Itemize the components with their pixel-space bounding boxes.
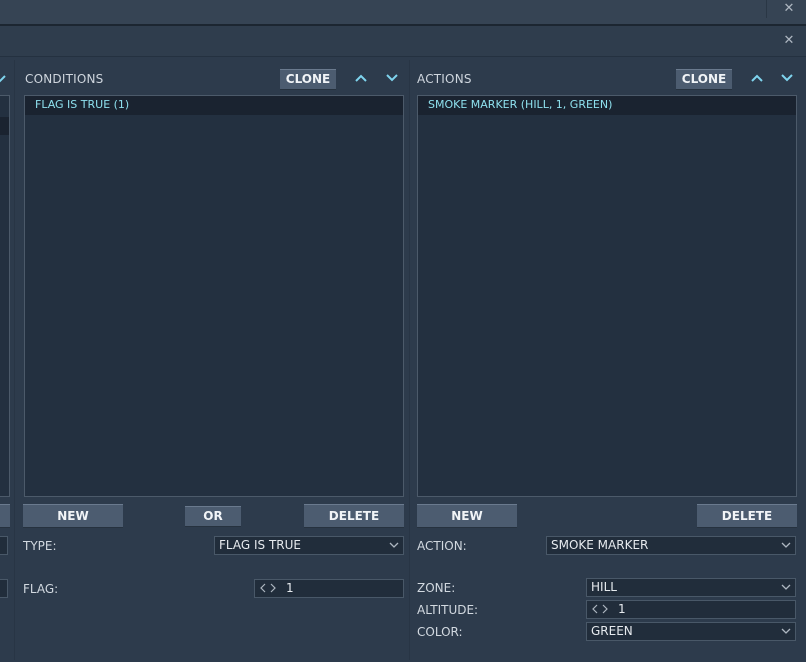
condition-type-value: FLAG IS TRUE	[219, 538, 301, 552]
color-value: GREEN	[591, 624, 633, 638]
zone-label: ZONE:	[417, 581, 456, 595]
chevron-down-icon	[781, 584, 791, 590]
delete-condition-button[interactable]: DELETE	[304, 504, 404, 528]
title-bar-separator	[766, 0, 767, 18]
close-icon[interactable]: ✕	[782, 34, 796, 48]
altitude-value: 1	[618, 602, 626, 616]
close-icon[interactable]: ✕	[782, 2, 796, 16]
altitude-number-input[interactable]: 1	[586, 600, 796, 619]
list-item[interactable]: SMOKE MARKER (HILL, 1, GREEN)	[418, 96, 796, 115]
conditions-list[interactable]: FLAG IS TRUE (1)	[24, 95, 404, 497]
flag-number-input[interactable]: 1	[254, 579, 404, 598]
action-type-value: SMOKE MARKER	[551, 538, 649, 552]
list-item[interactable]: FLAG IS TRUE (1)	[25, 96, 403, 115]
trigger-type-dropdown[interactable]	[0, 536, 8, 555]
list-item[interactable]	[0, 117, 9, 135]
spinner-arrows-icon[interactable]	[260, 582, 276, 594]
delete-action-button[interactable]: DELETE	[697, 504, 797, 528]
color-label: COLOR:	[417, 625, 463, 639]
move-action-up-icon[interactable]	[749, 70, 765, 86]
trigger-button[interactable]	[0, 504, 10, 528]
action-type-dropdown[interactable]: SMOKE MARKER	[546, 536, 796, 555]
zone-value: HILL	[591, 580, 617, 594]
chevron-down-icon	[781, 628, 791, 634]
move-condition-up-icon[interactable]	[353, 70, 369, 86]
flag-label: FLAG:	[23, 582, 59, 596]
action-label: ACTION:	[417, 539, 467, 553]
spinner-arrows-icon[interactable]	[592, 603, 608, 615]
conditions-clone-button[interactable]: CLONE	[280, 69, 336, 90]
actions-title: ACTIONS	[417, 72, 472, 86]
new-action-button[interactable]: NEW	[417, 504, 517, 528]
zone-dropdown[interactable]: HILL	[586, 578, 796, 597]
conditions-title: CONDITIONS	[25, 72, 104, 86]
new-condition-button[interactable]: NEW	[23, 504, 123, 528]
move-condition-down-icon[interactable]	[384, 70, 400, 86]
actions-clone-button[interactable]: CLONE	[676, 69, 732, 90]
condition-type-label: TYPE:	[23, 539, 57, 553]
color-dropdown[interactable]: GREEN	[586, 622, 796, 641]
altitude-label: ALTITUDE:	[417, 603, 479, 617]
window-title-bar	[0, 0, 806, 26]
panel-divider	[409, 60, 410, 660]
chevron-down-icon[interactable]	[0, 71, 6, 85]
flag-value: 1	[286, 581, 294, 595]
chevron-down-icon	[389, 542, 399, 548]
trigger-list-box[interactable]	[0, 95, 10, 497]
move-action-down-icon[interactable]	[779, 70, 795, 86]
actions-list[interactable]: SMOKE MARKER (HILL, 1, GREEN)	[417, 95, 797, 497]
condition-type-dropdown[interactable]: FLAG IS TRUE	[214, 536, 404, 555]
trigger-field[interactable]	[0, 579, 8, 598]
or-condition-button[interactable]: OR	[185, 506, 241, 527]
panel-header-bar	[0, 26, 806, 57]
panel-divider	[14, 60, 15, 660]
chevron-down-icon	[781, 542, 791, 548]
